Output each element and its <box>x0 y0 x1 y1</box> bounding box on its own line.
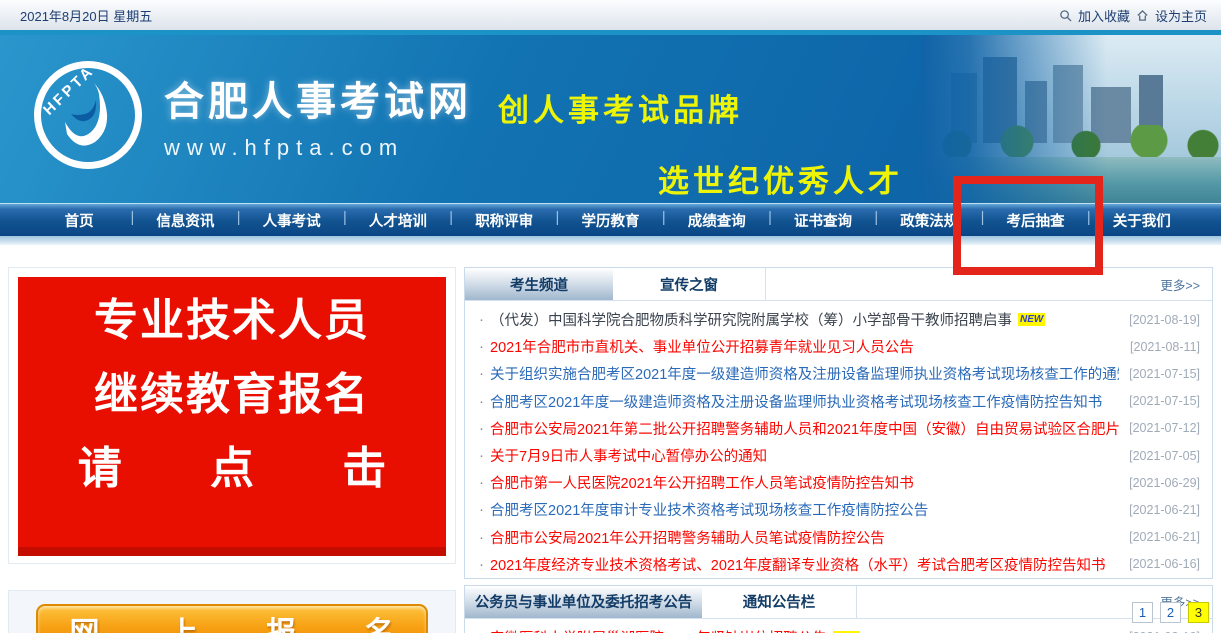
site-name: 合肥人事考试网 <box>164 69 472 127</box>
register-panel: 网 上 报 名 <box>8 590 456 633</box>
right-column: 考生频道 宣传之窗 更多>> （代发）中国科学院合肥物质科学研究院附属学校（筹）… <box>464 267 1213 633</box>
news-item[interactable]: 合肥市第一人民医院2021年公开招聘工作人员笔试疫情防控告知书 [2021-06… <box>479 469 1200 496</box>
news-item[interactable]: 关于组织实施合肥考区2021年度一级建造师资格及注册设备监理师执业资格考试现场核… <box>479 360 1200 387</box>
news-tabs: 考生频道 宣传之窗 <box>465 268 766 300</box>
panel-tab[interactable]: 通知公告栏 <box>702 586 857 618</box>
news-title[interactable]: 合肥市公安局2021年公开招聘警务辅助人员笔试疫情防控公告 <box>490 527 885 548</box>
left-column: 专业技术人员 继续教育报名 请 点 击 1 2 3 网 上 报 名 <box>8 267 456 633</box>
news-date: [2021-08-11] <box>1120 340 1200 354</box>
main-nav: 首页 信息资讯 人事考试 人才培训 职称评审 学历教育 成绩查询 证书查询 政策… <box>0 203 1221 236</box>
content: 专业技术人员 继续教育报名 请 点 击 1 2 3 网 上 报 名 考生频道 宣… <box>0 245 1221 633</box>
news-panel-header: 考生频道 宣传之窗 更多>> <box>465 268 1212 301</box>
carousel-text-line: 请 点 击 <box>18 447 446 491</box>
announcement-panel: 公务员与事业单位及委托招考公告 通知公告栏 更多>> 安徽医科大学附属巢湖医院2… <box>464 585 1213 633</box>
news-date: [2021-08-19] <box>1119 313 1200 327</box>
home-icon <box>1136 9 1149 22</box>
magnifier-icon <box>1059 9 1072 22</box>
site-logo-icon: HFPTA <box>34 61 142 169</box>
nav-item[interactable]: 学历教育 <box>557 210 663 231</box>
nav-item[interactable]: 考后抽查 <box>982 210 1088 231</box>
new-badge: NEW <box>1018 313 1045 326</box>
news-title[interactable]: 安徽医科大学附属巢湖医院2021年紧缺岗位招聘公告 <box>490 627 827 633</box>
nav-item[interactable]: 首页 <box>26 210 132 231</box>
news-date: [2021-07-15] <box>1119 394 1200 408</box>
carousel-page-button[interactable]: 2 <box>1160 602 1181 623</box>
carousel-text-line: 专业技术人员 <box>18 299 446 343</box>
news-more-link[interactable]: 更多>> <box>1160 275 1212 294</box>
banner-slogan: 创人事考试品牌 选世纪优秀人才 <box>498 85 903 201</box>
news-date: [2021-06-16] <box>1119 557 1200 571</box>
news-title[interactable]: 关于组织实施合肥考区2021年度一级建造师资格及注册设备监理师执业资格考试现场核… <box>490 363 1119 384</box>
carousel-page-button[interactable]: 3 <box>1188 602 1209 623</box>
carousel-bottom-bar <box>18 547 446 556</box>
nav-item[interactable]: 关于我们 <box>1089 210 1195 231</box>
news-item[interactable]: 安徽医科大学附属巢湖医院2021年紧缺岗位招聘公告 NEW [2021-08-1… <box>479 624 1200 633</box>
panel-tab[interactable]: 公务员与事业单位及委托招考公告 <box>465 586 702 618</box>
site-url: www.hfpta.com <box>164 135 472 161</box>
news-item[interactable]: 合肥市公安局2021年公开招聘警务辅助人员笔试疫情防控公告 [2021-06-2… <box>479 524 1200 551</box>
add-favorite-link[interactable]: 加入收藏 <box>1078 6 1130 25</box>
logo-area: HFPTA 合肥人事考试网 www.hfpta.com <box>34 61 472 169</box>
news-date: [2021-06-29] <box>1119 476 1200 490</box>
news-date: [2021-07-12] <box>1119 421 1200 435</box>
logo-swoosh-icon <box>47 74 131 163</box>
news-title[interactable]: 合肥考区2021年度审计专业技术资格考试现场核查工作疫情防控公告 <box>490 499 928 520</box>
nav-item[interactable]: 成绩查询 <box>664 210 770 231</box>
announcement-list: 安徽医科大学附属巢湖医院2021年紧缺岗位招聘公告 NEW [2021-08-1… <box>465 619 1212 633</box>
carousel-pager: 1 2 3 <box>1132 602 1209 623</box>
carousel-text-line: 继续教育报名 <box>18 373 446 417</box>
online-register-button[interactable]: 网 上 报 名 <box>36 604 428 633</box>
news-item[interactable]: 2021年度经济专业技术资格考试、2021年度翻译专业资格（水平）考试合肥考区疫… <box>479 551 1200 578</box>
carousel-panel: 专业技术人员 继续教育报名 请 点 击 1 2 3 <box>8 267 456 564</box>
announcement-tabs: 公务员与事业单位及委托招考公告 通知公告栏 <box>465 586 857 618</box>
set-homepage-link[interactable]: 设为主页 <box>1155 6 1207 25</box>
topbar: 2021年8月20日 星期五 加入收藏 设为主页 <box>0 0 1221 30</box>
news-item[interactable]: 合肥考区2021年度审计专业技术资格考试现场核查工作疫情防控公告 [2021-0… <box>479 496 1200 523</box>
news-item[interactable]: 合肥市公安局2021年第二批公开招聘警务辅助人员和2021年度中国（安徽）自由贸… <box>479 415 1200 442</box>
news-panel: 考生频道 宣传之窗 更多>> （代发）中国科学院合肥物质科学研究院附属学校（筹）… <box>464 267 1213 579</box>
news-title[interactable]: 合肥考区2021年度一级建造师资格及注册设备监理师执业资格考试现场核查工作疫情防… <box>490 391 1102 412</box>
announcement-panel-header: 公务员与事业单位及委托招考公告 通知公告栏 更多>> <box>465 586 1212 619</box>
news-title[interactable]: 2021年合肥市市直机关、事业单位公开招募青年就业见习人员公告 <box>490 336 914 357</box>
news-title[interactable]: 关于7月9日市人事考试中心暂停办公的通知 <box>490 445 767 466</box>
news-title[interactable]: 合肥市公安局2021年第二批公开招聘警务辅助人员和2021年度中国（安徽）自由贸… <box>490 418 1119 439</box>
news-item[interactable]: 2021年合肥市市直机关、事业单位公开招募青年就业见习人员公告 [2021-08… <box>479 333 1200 360</box>
news-date: [2021-06-21] <box>1119 530 1200 544</box>
panel-tab[interactable]: 考生频道 <box>465 268 613 300</box>
panel-tab[interactable]: 宣传之窗 <box>613 268 766 300</box>
topbar-links: 加入收藏 设为主页 <box>1059 6 1207 25</box>
news-item[interactable]: 关于7月9日市人事考试中心暂停办公的通知 [2021-07-05] <box>479 442 1200 469</box>
nav-item[interactable]: 人才培训 <box>345 210 451 231</box>
news-item[interactable]: （代发）中国科学院合肥物质科学研究院附属学校（筹）小学部骨干教师招聘启事 NEW… <box>479 306 1200 333</box>
news-item[interactable]: 合肥考区2021年度一级建造师资格及注册设备监理师执业资格考试现场核查工作疫情防… <box>479 388 1200 415</box>
news-date: [2021-06-21] <box>1119 503 1200 517</box>
news-title[interactable]: （代发）中国科学院合肥物质科学研究院附属学校（筹）小学部骨干教师招聘启事 <box>490 309 1012 330</box>
slogan-line1: 创人事考试品牌 <box>498 85 903 130</box>
carousel-slide[interactable]: 专业技术人员 继续教育报名 请 点 击 <box>18 277 446 547</box>
carousel-page-button[interactable]: 1 <box>1132 602 1153 623</box>
page: 2021年8月20日 星期五 加入收藏 设为主页 HFPTA <box>0 0 1221 633</box>
nav-item[interactable]: 信息资讯 <box>132 210 238 231</box>
nav-bottom-strip <box>0 236 1221 245</box>
slogan-line2: 选世纪优秀人才 <box>658 156 903 201</box>
current-date: 2021年8月20日 星期五 <box>20 6 152 25</box>
site-banner: HFPTA 合肥人事考试网 www.hfpta.com 创人事考试品牌 选世纪优… <box>0 35 1221 203</box>
nav-item[interactable]: 人事考试 <box>239 210 345 231</box>
nav-item[interactable]: 职称评审 <box>451 210 557 231</box>
city-photo <box>921 35 1221 203</box>
news-date: [2021-07-05] <box>1119 449 1200 463</box>
nav-item[interactable]: 政策法规 <box>876 210 982 231</box>
news-title[interactable]: 2021年度经济专业技术资格考试、2021年度翻译专业资格（水平）考试合肥考区疫… <box>490 554 1106 575</box>
news-title[interactable]: 合肥市第一人民医院2021年公开招聘工作人员笔试疫情防控告知书 <box>490 472 914 493</box>
news-date: [2021-07-15] <box>1119 367 1200 381</box>
news-list: （代发）中国科学院合肥物质科学研究院附属学校（筹）小学部骨干教师招聘启事 NEW… <box>465 301 1212 578</box>
nav-item[interactable]: 证书查询 <box>770 210 876 231</box>
